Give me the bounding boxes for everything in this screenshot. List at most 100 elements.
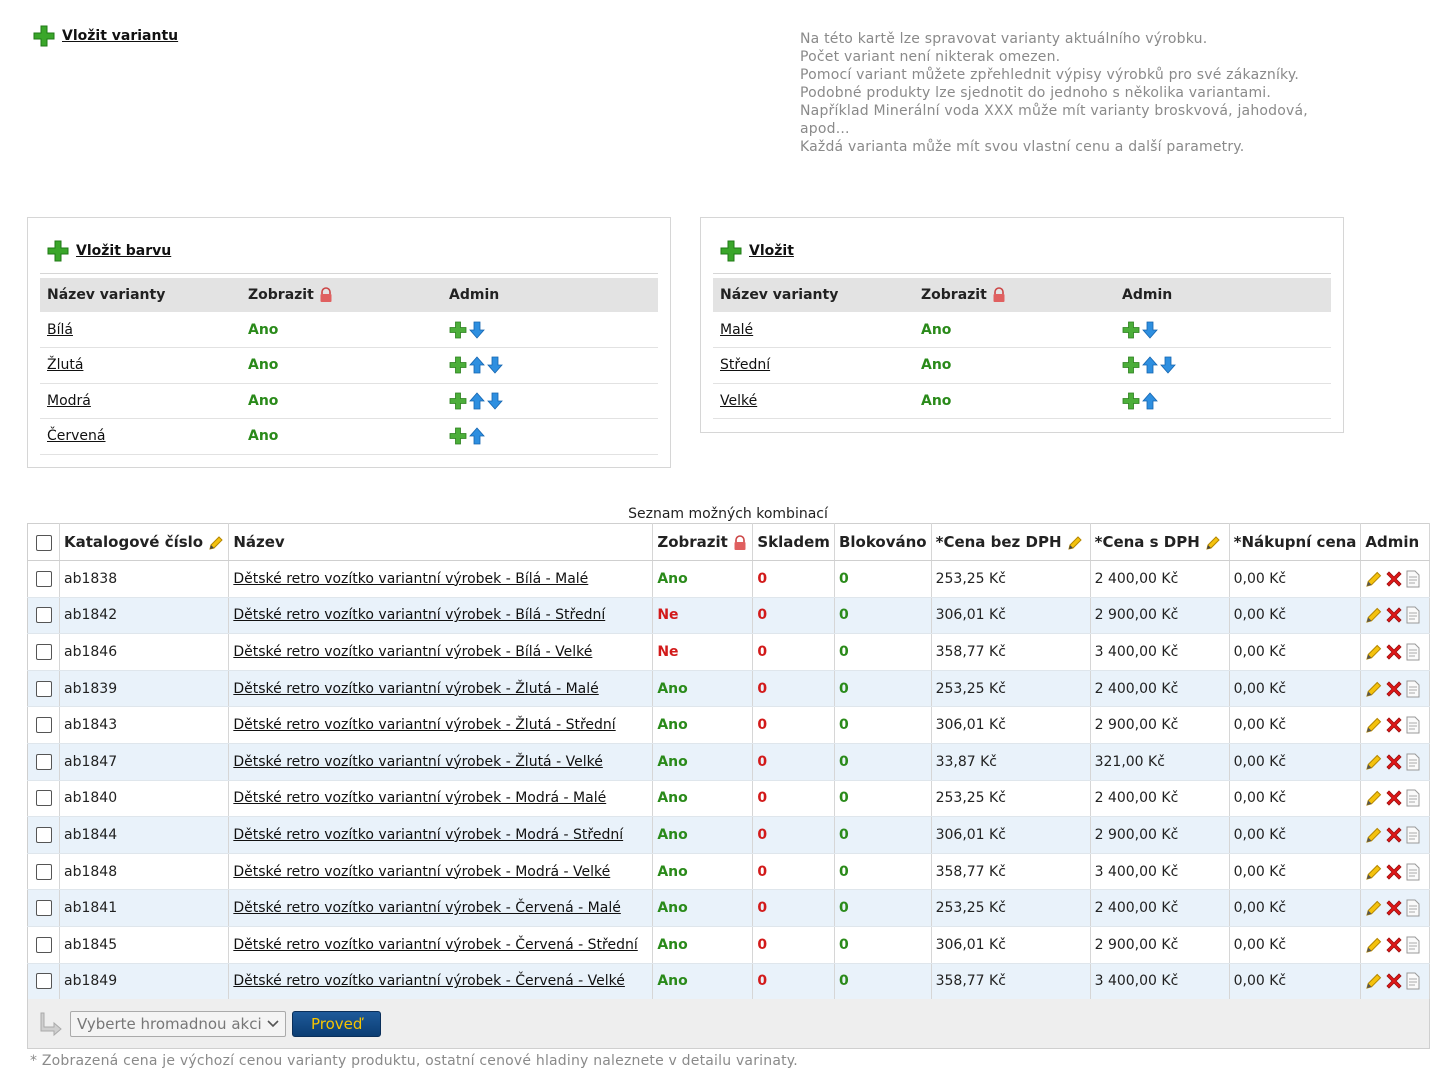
pencil-icon[interactable] (1365, 972, 1383, 990)
bulk-action-select[interactable]: Vyberte hromadnou akci (70, 1010, 286, 1037)
select-all-checkbox[interactable] (35, 534, 52, 551)
document-icon[interactable] (1405, 826, 1421, 844)
show-value[interactable]: Ano (657, 973, 687, 989)
row-checkbox[interactable] (35, 607, 52, 624)
row-checkbox-cell[interactable] (27, 560, 60, 598)
variant-show-value[interactable]: Ano (248, 393, 278, 409)
delete-icon[interactable] (1385, 643, 1403, 661)
variant-show-value[interactable]: Ano (921, 393, 951, 409)
product-name-link[interactable]: Dětské retro vozítko variantní výrobek -… (233, 827, 623, 843)
row-checkbox[interactable] (35, 680, 52, 697)
row-checkbox-cell[interactable] (27, 670, 60, 708)
variant-name-link[interactable]: Červená (47, 428, 106, 444)
delete-icon[interactable] (1385, 899, 1403, 917)
product-name-link[interactable]: Dětské retro vozítko variantní výrobek -… (233, 790, 606, 806)
col-price-net[interactable]: *Cena bez DPH (931, 523, 1091, 561)
row-checkbox-cell[interactable] (27, 926, 60, 964)
product-name-link[interactable]: Dětské retro vozítko variantní výrobek -… (233, 754, 602, 770)
pencil-icon[interactable] (1365, 716, 1383, 734)
document-icon[interactable] (1405, 972, 1421, 990)
pencil-icon[interactable] (1365, 936, 1383, 954)
add-size-link[interactable]: Vložit (749, 243, 794, 259)
variant-name-link[interactable]: Žlutá (47, 357, 83, 373)
bulk-action-button[interactable]: Proveď (292, 1010, 382, 1037)
show-value[interactable]: Ano (657, 864, 687, 880)
arrow-down-icon[interactable] (1160, 356, 1176, 374)
row-checkbox[interactable] (35, 753, 52, 770)
pencil-icon[interactable] (1365, 826, 1383, 844)
show-value[interactable]: Ano (657, 790, 687, 806)
delete-icon[interactable] (1385, 606, 1403, 624)
plus-icon[interactable] (719, 239, 743, 263)
document-icon[interactable] (1405, 606, 1421, 624)
delete-icon[interactable] (1385, 936, 1403, 954)
row-checkbox-cell[interactable] (27, 633, 60, 671)
row-checkbox[interactable] (35, 570, 52, 587)
row-checkbox-cell[interactable] (27, 780, 60, 818)
pencil-icon[interactable] (1365, 753, 1383, 771)
pencil-icon[interactable] (1365, 680, 1383, 698)
pencil-icon[interactable] (1365, 789, 1383, 807)
show-value[interactable]: Ne (657, 644, 678, 660)
document-icon[interactable] (1405, 716, 1421, 734)
row-checkbox-cell[interactable] (27, 743, 60, 781)
arrow-up-icon[interactable] (469, 392, 485, 410)
product-name-link[interactable]: Dětské retro vozítko variantní výrobek -… (233, 607, 605, 623)
row-checkbox[interactable] (35, 863, 52, 880)
document-icon[interactable] (1405, 680, 1421, 698)
show-value[interactable]: Ano (657, 681, 687, 697)
pencil-icon[interactable] (1365, 899, 1383, 917)
plus-icon[interactable] (449, 321, 467, 339)
variant-name-link[interactable]: Malé (720, 322, 753, 338)
arrow-up-icon[interactable] (469, 427, 485, 445)
add-variant-link-wrap[interactable]: Vložit variantu (32, 24, 178, 48)
arrow-down-icon[interactable] (1142, 321, 1158, 339)
product-name-link[interactable]: Dětské retro vozítko variantní výrobek -… (233, 973, 625, 989)
row-checkbox-cell[interactable] (27, 706, 60, 744)
delete-icon[interactable] (1385, 753, 1403, 771)
document-icon[interactable] (1405, 643, 1421, 661)
row-checkbox-cell[interactable] (27, 853, 60, 891)
arrow-down-icon[interactable] (487, 392, 503, 410)
plus-icon[interactable] (449, 392, 467, 410)
col-price-gross[interactable]: *Cena s DPH (1090, 523, 1230, 561)
delete-icon[interactable] (1385, 570, 1403, 588)
show-value[interactable]: Ano (657, 717, 687, 733)
row-checkbox-cell[interactable] (27, 889, 60, 927)
row-checkbox-cell[interactable] (27, 963, 60, 1001)
variant-show-value[interactable]: Ano (248, 428, 278, 444)
product-name-link[interactable]: Dětské retro vozítko variantní výrobek -… (233, 900, 620, 916)
delete-icon[interactable] (1385, 863, 1403, 881)
pencil-icon[interactable] (1365, 643, 1383, 661)
plus-icon[interactable] (1122, 321, 1140, 339)
variant-name-link[interactable]: Modrá (47, 393, 91, 409)
show-value[interactable]: Ano (657, 827, 687, 843)
delete-icon[interactable] (1385, 789, 1403, 807)
product-name-link[interactable]: Dětské retro vozítko variantní výrobek -… (233, 644, 592, 660)
show-value[interactable]: Ano (657, 900, 687, 916)
show-value[interactable]: Ano (657, 754, 687, 770)
add-color-link[interactable]: Vložit barvu (76, 243, 171, 259)
document-icon[interactable] (1405, 570, 1421, 588)
product-name-link[interactable]: Dětské retro vozítko variantní výrobek -… (233, 571, 588, 587)
variant-name-link[interactable]: Střední (720, 357, 770, 373)
delete-icon[interactable] (1385, 826, 1403, 844)
row-checkbox[interactable] (35, 826, 52, 843)
row-checkbox[interactable] (35, 717, 52, 734)
plus-icon[interactable] (449, 356, 467, 374)
arrow-up-icon[interactable] (469, 356, 485, 374)
delete-icon[interactable] (1385, 680, 1403, 698)
document-icon[interactable] (1405, 899, 1421, 917)
col-catalog[interactable]: Katalogové číslo (59, 523, 230, 561)
document-icon[interactable] (1405, 936, 1421, 954)
row-checkbox[interactable] (35, 790, 52, 807)
variant-name-link[interactable]: Bílá (47, 322, 73, 338)
document-icon[interactable] (1405, 789, 1421, 807)
arrow-down-icon[interactable] (469, 321, 485, 339)
document-icon[interactable] (1405, 863, 1421, 881)
show-value[interactable]: Ano (657, 937, 687, 953)
delete-icon[interactable] (1385, 972, 1403, 990)
row-checkbox[interactable] (35, 936, 52, 953)
variant-show-value[interactable]: Ano (921, 357, 951, 373)
product-name-link[interactable]: Dětské retro vozítko variantní výrobek -… (233, 717, 615, 733)
